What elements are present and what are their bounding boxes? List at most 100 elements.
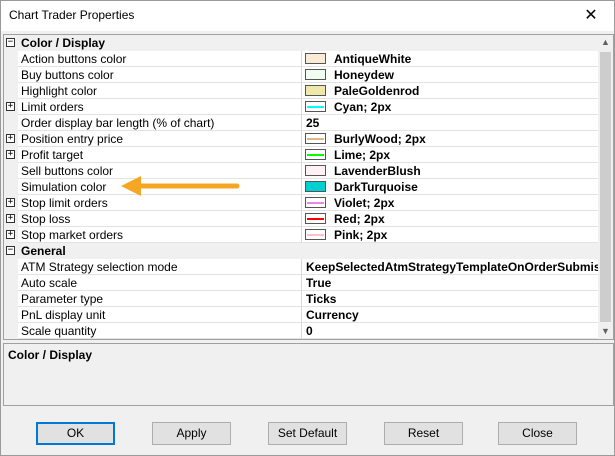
property-row[interactable]: + Stop market orders Pink; 2px (4, 227, 599, 243)
property-value[interactable]: PaleGoldenrod (301, 83, 599, 99)
row-gutter (4, 259, 18, 275)
property-name: Scale quantity (18, 323, 301, 339)
property-row[interactable]: Scale quantity 0 (4, 323, 599, 339)
category-general[interactable]: − General (4, 243, 599, 259)
property-value[interactable]: Ticks (301, 291, 599, 307)
property-row[interactable]: Auto scale True (4, 275, 599, 291)
color-swatch (305, 197, 326, 208)
color-swatch (305, 165, 326, 176)
property-value-text: Ticks (306, 292, 337, 306)
property-value[interactable]: 0 (301, 323, 599, 339)
close-button[interactable]: Close (498, 422, 577, 445)
expand-icon[interactable]: + (6, 134, 15, 143)
chevron-down-icon[interactable]: ▼ (598, 324, 613, 339)
close-window-icon[interactable]: ✕ (568, 1, 614, 31)
property-name: ATM Strategy selection mode (18, 259, 301, 275)
property-value[interactable]: Violet; 2px (301, 195, 599, 211)
property-name: Stop loss (18, 211, 301, 227)
color-swatch (305, 53, 326, 64)
property-value-text: PaleGoldenrod (334, 84, 420, 98)
apply-button[interactable]: Apply (152, 422, 231, 445)
description-title: Color / Display (8, 348, 93, 362)
property-value-text: Violet; 2px (334, 196, 395, 210)
property-row[interactable]: Highlight color PaleGoldenrod (4, 83, 599, 99)
property-value-text: 0 (306, 324, 313, 338)
expand-icon[interactable]: + (6, 150, 15, 159)
property-row[interactable]: PnL display unit Currency (4, 307, 599, 323)
scrollbar-thumb[interactable] (600, 52, 611, 322)
property-name: Limit orders (18, 99, 301, 115)
stroke-preview (307, 138, 324, 140)
property-value-text: AntiqueWhite (334, 52, 412, 66)
property-row[interactable]: Parameter type Ticks (4, 291, 599, 307)
property-value[interactable]: AntiqueWhite (301, 51, 599, 67)
color-swatch (305, 149, 326, 160)
property-value[interactable]: True (301, 275, 599, 291)
property-row[interactable]: + Profit target Lime; 2px (4, 147, 599, 163)
property-value[interactable]: Red; 2px (301, 211, 599, 227)
property-value[interactable]: DarkTurquoise (301, 179, 599, 195)
property-row[interactable]: Action buttons color AntiqueWhite (4, 51, 599, 67)
property-value[interactable]: LavenderBlush (301, 163, 599, 179)
expand-icon[interactable]: + (6, 214, 15, 223)
expand-icon[interactable]: + (6, 102, 15, 111)
arrow-left-icon (121, 176, 240, 196)
property-name: Order display bar length (% of chart) (18, 115, 301, 131)
property-row[interactable]: + Position entry price BurlyWood; 2px (4, 131, 599, 147)
property-value-text: 25 (306, 116, 320, 130)
property-value-text: True (306, 276, 332, 290)
window-title: Chart Trader Properties (9, 8, 135, 22)
property-value-text: Honeydew (334, 68, 395, 82)
stroke-preview (307, 154, 324, 156)
color-swatch (305, 181, 326, 192)
property-name: Stop limit orders (18, 195, 301, 211)
title-bar: Chart Trader Properties ✕ (1, 1, 614, 31)
property-value-text: LavenderBlush (334, 164, 421, 178)
chevron-up-icon[interactable]: ▲ (598, 35, 613, 50)
property-row[interactable]: ATM Strategy selection mode KeepSelectedA… (4, 259, 599, 275)
color-swatch (305, 101, 326, 112)
property-value[interactable]: 25 (301, 115, 599, 131)
property-value[interactable]: Cyan; 2px (301, 99, 599, 115)
property-row[interactable]: Simulation color DarkTurquoise (4, 179, 599, 195)
category-color-display[interactable]: − Color / Display (4, 35, 599, 51)
property-value[interactable]: Pink; 2px (301, 227, 599, 243)
reset-button[interactable]: Reset (384, 422, 463, 445)
property-name: Profit target (18, 147, 301, 163)
property-name: Action buttons color (18, 51, 301, 67)
property-row[interactable]: Buy buttons color Honeydew (4, 67, 599, 83)
property-value-text: Lime; 2px (334, 148, 391, 162)
collapse-icon[interactable]: − (6, 38, 15, 47)
row-gutter (4, 115, 18, 131)
property-value[interactable]: Lime; 2px (301, 147, 599, 163)
row-gutter (4, 83, 18, 99)
property-row[interactable]: + Limit orders Cyan; 2px (4, 99, 599, 115)
row-gutter (4, 67, 18, 83)
vertical-scrollbar[interactable]: ▲ ▼ (598, 35, 613, 339)
color-swatch (305, 133, 326, 144)
property-name: Buy buttons color (18, 67, 301, 83)
property-row[interactable]: + Stop loss Red; 2px (4, 211, 599, 227)
stroke-preview (307, 234, 324, 236)
row-gutter (4, 323, 18, 339)
expand-icon[interactable]: + (6, 230, 15, 239)
color-swatch (305, 69, 326, 80)
property-grid: − Color / Display Action buttons color An… (3, 34, 614, 340)
ok-button[interactable]: OK (36, 422, 115, 445)
expand-icon[interactable]: + (6, 198, 15, 207)
category-label: General (21, 244, 66, 258)
property-value[interactable]: KeepSelectedAtmStrategyTemplateOnOrderSu… (301, 259, 599, 275)
property-value-text: Pink; 2px (334, 228, 388, 242)
row-gutter (4, 307, 18, 323)
stroke-preview (307, 202, 324, 204)
set-default-button[interactable]: Set Default (268, 422, 347, 445)
color-swatch (305, 229, 326, 240)
property-row[interactable]: Sell buttons color LavenderBlush (4, 163, 599, 179)
property-value[interactable]: Honeydew (301, 67, 599, 83)
property-row[interactable]: Order display bar length (% of chart) 25 (4, 115, 599, 131)
property-name: Parameter type (18, 291, 301, 307)
property-value[interactable]: Currency (301, 307, 599, 323)
property-row[interactable]: + Stop limit orders Violet; 2px (4, 195, 599, 211)
property-value[interactable]: BurlyWood; 2px (301, 131, 599, 147)
collapse-icon[interactable]: − (6, 246, 15, 255)
